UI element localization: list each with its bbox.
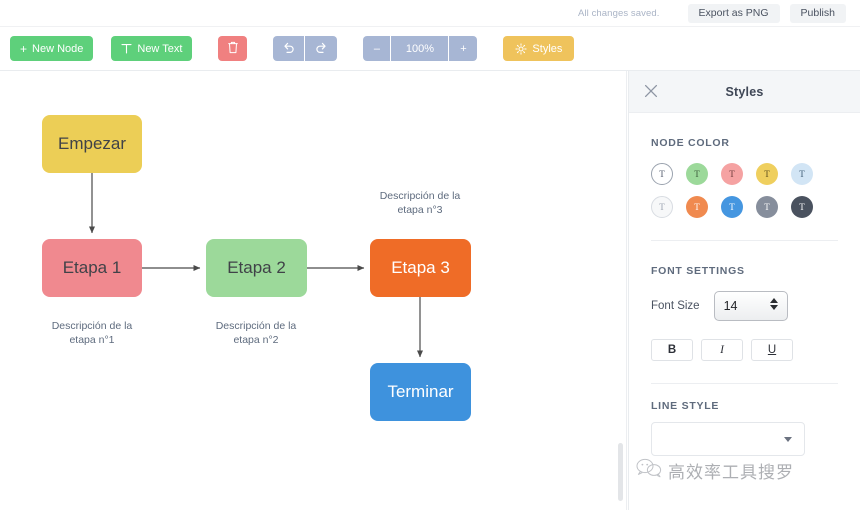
color-swatch-green[interactable]: T (686, 163, 708, 185)
canvas-scrollbar-thumb[interactable] (618, 443, 623, 501)
color-swatch-dark-slate[interactable]: T (791, 196, 813, 218)
node-color-section-label: NODE COLOR (651, 137, 730, 149)
close-icon[interactable] (644, 84, 660, 100)
delete-button[interactable] (218, 36, 248, 61)
plus-icon: + (20, 41, 28, 56)
font-size-value: 14 (723, 299, 738, 313)
node-description-3-line2: etapa n°3 (397, 204, 443, 216)
styles-button[interactable]: Styles (503, 36, 575, 61)
chevron-up-icon[interactable] (769, 298, 778, 303)
trash-icon (227, 41, 239, 57)
text-tool-icon (121, 43, 132, 54)
styles-panel-title: Styles (725, 84, 764, 99)
canvas-right-edge (626, 71, 627, 510)
font-size-row: Font Size 14 (651, 291, 838, 321)
color-swatch-yellow[interactable]: T (756, 163, 778, 185)
undo-icon (282, 41, 295, 57)
chevron-down-icon[interactable] (769, 305, 778, 310)
panel-divider-1 (651, 240, 838, 241)
color-swatch-white[interactable]: T (651, 163, 673, 185)
color-swatch-gray[interactable]: T (756, 196, 778, 218)
node-description-2-line2: etapa n°2 (233, 334, 279, 346)
stepper-arrows[interactable] (769, 298, 778, 310)
top-header: All changes saved. Export as PNG Publish (0, 0, 860, 27)
font-size-label: Font Size (651, 300, 700, 312)
color-swatch-orange[interactable]: T (686, 196, 708, 218)
redo-icon (315, 41, 328, 57)
font-settings-section-label: FONT SETTINGS (651, 265, 745, 277)
node-description-1-line2: etapa n°1 (69, 334, 115, 346)
color-swatch-light-blue[interactable]: T (791, 163, 813, 185)
save-status-text: All changes saved. (577, 7, 660, 19)
italic-button[interactable]: I (701, 339, 743, 361)
flow-node-etapa-1[interactable]: Etapa 1 (42, 239, 142, 297)
undo-button[interactable] (273, 36, 306, 61)
flow-node-etapa-2[interactable]: Etapa 2 (206, 239, 307, 297)
text-format-row: B I U (651, 339, 838, 361)
node-color-swatch-row-1: T T T T T (651, 163, 838, 185)
line-style-select[interactable] (651, 422, 805, 456)
underline-button[interactable]: U (751, 339, 793, 361)
zoom-out-button[interactable]: – (363, 36, 392, 61)
flowchart-canvas[interactable]: Empezar Etapa 1 Etapa 2 Etapa 3 Terminar… (0, 71, 628, 510)
styles-panel-body: NODE COLOR T T T T T T T T T T FONT SETT… (629, 137, 860, 456)
panel-divider-2 (651, 383, 838, 384)
main-toolbar: + New Node New Text – 100% + Styles (0, 27, 860, 71)
styles-button-label: Styles (532, 42, 563, 55)
export-as-png-button[interactable]: Export as PNG (687, 3, 780, 23)
styles-panel: Styles NODE COLOR T T T T T T T T T T FO… (628, 71, 860, 510)
new-node-button[interactable]: + New Node (10, 36, 94, 61)
node-description-1-line1: Descripción de la (51, 320, 133, 332)
canvas-vertical-scrollbar[interactable] (618, 71, 623, 510)
flow-node-etapa-3[interactable]: Etapa 3 (370, 239, 471, 297)
color-swatch-blue[interactable]: T (721, 196, 743, 218)
zoom-control-group: – 100% + (363, 36, 478, 61)
node-description-3[interactable]: Descripción de la etapa n°3 (350, 189, 490, 217)
flow-node-terminar[interactable]: Terminar (370, 363, 471, 421)
redo-button[interactable] (305, 36, 338, 61)
history-button-group (273, 36, 338, 61)
node-description-2[interactable]: Descripción de la etapa n°2 (186, 319, 326, 347)
node-description-2-line1: Descripción de la (215, 320, 297, 332)
styles-panel-header: Styles (629, 71, 860, 113)
flow-node-empezar[interactable]: Empezar (42, 115, 142, 173)
node-description-3-line1: Descripción de la (379, 190, 461, 202)
color-swatch-light-gray[interactable]: T (651, 196, 673, 218)
color-swatch-red[interactable]: T (721, 163, 743, 185)
zoom-level-display[interactable]: 100% (391, 36, 450, 61)
zoom-in-button[interactable]: + (449, 36, 478, 61)
chevron-down-icon-select (784, 437, 792, 442)
new-text-button[interactable]: New Text (111, 36, 193, 61)
new-node-label: New Node (32, 42, 84, 55)
bold-button[interactable]: B (651, 339, 693, 361)
font-size-stepper[interactable]: 14 (713, 291, 788, 321)
line-style-section-label: LINE STYLE (651, 400, 720, 412)
gear-icon (515, 42, 528, 55)
publish-button[interactable]: Publish (789, 3, 846, 23)
new-text-label: New Text (137, 42, 183, 55)
node-color-swatch-row-2: T T T T T (651, 196, 838, 218)
app-root: All changes saved. Export as PNG Publish… (0, 0, 860, 510)
node-description-1[interactable]: Descripción de la etapa n°1 (22, 319, 162, 347)
